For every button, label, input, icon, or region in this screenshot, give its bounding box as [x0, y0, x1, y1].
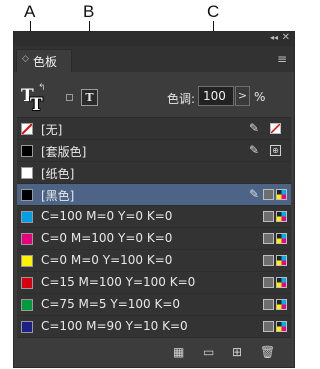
registration-icon: ⊕ — [270, 145, 281, 156]
swatch-label: C=0 M=100 Y=0 K=0 — [41, 231, 173, 245]
swatch-label: C=0 M=0 Y=100 K=0 — [41, 253, 173, 267]
swatch-row-none[interactable]: [无] ✎ — [17, 118, 291, 140]
formatting-affects-text-icon[interactable]: T — [81, 89, 98, 106]
callout-b: B — [83, 2, 95, 21]
swatch-label: C=75 M=5 Y=100 K=0 — [41, 297, 181, 311]
tint-label: 色调: — [167, 92, 196, 106]
tab-swatches[interactable]: ◇ 色板 — [16, 49, 72, 72]
swatch-label: [无] — [41, 123, 63, 137]
pencil-slash-icon: ✎ — [249, 143, 260, 157]
cmyk-mode-icon — [276, 299, 287, 310]
collapse-icon[interactable]: ◂◂ — [270, 33, 278, 42]
expand-arrows-icon[interactable]: ◇ — [22, 54, 29, 64]
swatch-label: C=15 M=100 Y=100 K=0 — [41, 275, 196, 289]
bottom-toolbar: ▦ ▭ ⊞ 🗑 — [14, 337, 294, 367]
new-color-group-icon[interactable]: ▭ — [203, 345, 214, 359]
swatch-label: C=100 M=90 Y=10 K=0 — [41, 319, 188, 333]
swatch-label: C=100 M=0 Y=0 K=0 — [41, 209, 173, 223]
swatch-row-yellow[interactable]: C=0 M=0 Y=100 K=0 — [17, 250, 291, 272]
delete-swatch-icon[interactable]: 🗑 — [260, 345, 275, 359]
swatch-label: [黑色] — [41, 189, 75, 203]
swatches-panel: ◂◂ ✕ ◇ 色板 ≡ T T ↰ T 色调: > % [无] ✎ — [13, 31, 295, 368]
cmyk-mode-icon — [276, 189, 287, 200]
swatch-row-green[interactable]: C=75 M=5 Y=100 K=0 — [17, 294, 291, 316]
swatch-row-cyan[interactable]: C=100 M=0 Y=0 K=0 — [17, 206, 291, 228]
process-color-icon — [263, 277, 274, 288]
cmyk-mode-icon — [276, 255, 287, 266]
swatch-row-paper[interactable]: [纸色] — [17, 162, 291, 184]
swatch-row-registration[interactable]: [套版色] ✎ ⊕ — [17, 140, 291, 162]
callout-a: A — [24, 2, 36, 21]
swatch-row-blue[interactable]: C=100 M=90 Y=10 K=0 — [17, 316, 291, 338]
swatch-label: [纸色] — [41, 167, 75, 181]
swatch-chip — [21, 189, 33, 201]
swatch-label: [套版色] — [41, 145, 87, 159]
swap-fill-stroke-icon[interactable]: ↰ — [38, 83, 46, 93]
none-mode-icon — [270, 123, 281, 134]
swatch-chip — [21, 321, 33, 333]
cmyk-mode-icon — [276, 277, 287, 288]
process-color-icon — [263, 211, 274, 222]
tint-input[interactable] — [198, 86, 234, 106]
pencil-slash-icon: ✎ — [249, 121, 260, 135]
process-color-icon — [263, 321, 274, 332]
swatch-row-magenta[interactable]: C=0 M=100 Y=0 K=0 — [17, 228, 291, 250]
swatch-row-black[interactable]: [黑色] ✎ — [17, 184, 291, 206]
close-icon[interactable]: ✕ — [282, 32, 290, 43]
swatch-row-red[interactable]: C=15 M=100 Y=100 K=0 — [17, 272, 291, 294]
swatch-list: [无] ✎ [套版色] ✎ ⊕ [纸色] [黑色] ✎ C=100 M=0 Y=… — [17, 117, 291, 338]
pencil-slash-icon: ✎ — [249, 187, 260, 201]
swatch-chip — [21, 299, 33, 311]
formatting-affects-container-icon[interactable] — [66, 94, 73, 101]
new-swatch-icon[interactable]: ⊞ — [232, 345, 242, 359]
tab-bar: ◇ 色板 ≡ — [14, 46, 294, 72]
swatch-chip — [21, 123, 33, 135]
process-color-icon — [263, 255, 274, 266]
panel-menu-icon[interactable]: ≡ — [277, 52, 287, 66]
swatch-chip — [21, 233, 33, 245]
tab-label: 色板 — [33, 55, 58, 69]
swatch-chip — [21, 145, 33, 157]
process-color-icon — [263, 233, 274, 244]
cmyk-mode-icon — [276, 321, 287, 332]
swatch-chip — [21, 255, 33, 267]
show-all-swatches-icon[interactable]: ▦ — [173, 345, 184, 359]
swatch-chip — [21, 277, 33, 289]
process-color-icon — [263, 189, 274, 200]
swatch-chip — [21, 211, 33, 223]
tint-slider-button[interactable]: > — [235, 86, 250, 106]
callout-c: C — [207, 2, 220, 21]
process-color-icon — [263, 299, 274, 310]
cmyk-mode-icon — [276, 211, 287, 222]
tint-unit: % — [254, 90, 266, 104]
cmyk-mode-icon — [276, 233, 287, 244]
panel-title-bar[interactable]: ◂◂ ✕ — [14, 32, 294, 46]
text-stroke-icon[interactable]: T — [30, 95, 43, 115]
swatch-chip — [21, 167, 33, 179]
